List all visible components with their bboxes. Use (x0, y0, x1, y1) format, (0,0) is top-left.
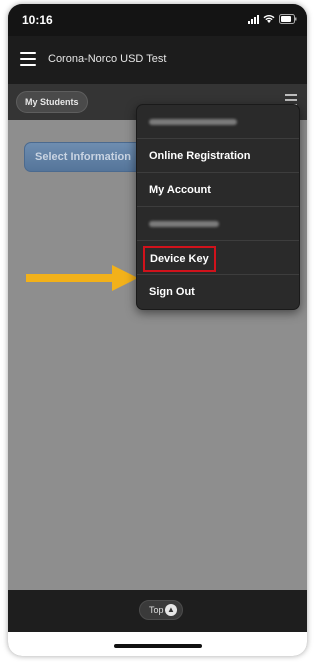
device-key-highlight: Device Key (143, 246, 216, 272)
menu-item-redacted-user[interactable] (137, 105, 299, 139)
bottom-bar: Top ▲ (8, 590, 307, 632)
phone-screen: 10:16 Corona-Norco USD Test My Students (8, 4, 307, 656)
app-title: Corona-Norco USD Test (48, 53, 167, 65)
app-bar: Corona-Norco USD Test (8, 36, 307, 84)
my-students-button[interactable]: My Students (16, 91, 88, 113)
chevron-up-icon: ▲ (165, 604, 177, 616)
arrow-pointer-icon (26, 265, 138, 291)
status-icons (248, 14, 297, 24)
redacted-text (149, 119, 237, 125)
top-label: Top (149, 605, 164, 615)
menu-item-sign-out[interactable]: Sign Out (137, 275, 299, 309)
home-indicator[interactable] (114, 644, 202, 648)
status-time: 10:16 (22, 13, 53, 27)
menu-item-online-registration[interactable]: Online Registration (137, 139, 299, 173)
dropdown-menu: Online Registration My Account Device Ke… (136, 104, 300, 310)
menu-item-redacted-student[interactable] (137, 207, 299, 241)
status-bar: 10:16 (8, 4, 307, 36)
home-indicator-area (8, 632, 307, 656)
battery-icon (279, 14, 297, 24)
menu-item-device-key[interactable]: Device Key (137, 241, 299, 275)
wifi-icon (263, 15, 275, 23)
cellular-signal-icon (248, 15, 259, 24)
hamburger-menu-icon[interactable] (20, 52, 36, 66)
redacted-text (149, 221, 219, 227)
top-button[interactable]: Top ▲ (139, 600, 183, 620)
menu-item-my-account[interactable]: My Account (137, 173, 299, 207)
